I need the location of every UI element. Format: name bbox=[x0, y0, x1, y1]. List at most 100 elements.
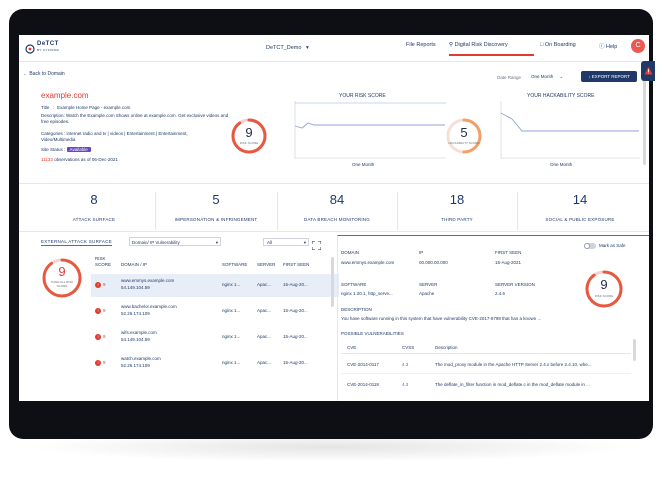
hackability-score-label: HACKABILITY SCORE bbox=[448, 141, 480, 145]
overall-risk-value: 9 bbox=[58, 264, 66, 279]
mark-safe-toggle[interactable] bbox=[584, 243, 596, 249]
detail-server-value: Apache bbox=[419, 291, 435, 296]
nav-help[interactable]: ⓘ Help bbox=[599, 42, 617, 50]
kpi-divider bbox=[19, 183, 649, 184]
detail-risk-value: 9 bbox=[600, 277, 608, 292]
nav-onboarding[interactable]: □ On Boarding bbox=[540, 42, 576, 48]
vuln-cvss: 4.3 bbox=[402, 362, 409, 367]
row-first-seen: 15-Aug-20... bbox=[283, 334, 308, 339]
active-tab-underline bbox=[449, 54, 534, 56]
row-score: 9 bbox=[103, 308, 106, 313]
overall-risk-label: OVER ALL RISK SCORE bbox=[50, 280, 74, 288]
kpi-social-exposure[interactable]: 14 SOCIAL & PUBLIC EXPOSURE bbox=[517, 192, 643, 230]
detail-description-label: DESCRIPTION bbox=[341, 307, 372, 312]
vuln-cve[interactable]: CVE-2014-0117 bbox=[347, 362, 379, 367]
kpi-label: SOCIAL & PUBLIC EXPOSURE bbox=[545, 217, 615, 222]
row-score: 9 bbox=[103, 282, 106, 287]
table-row[interactable]: ! 9 www.emmys.example.com 54.149.104.59 … bbox=[91, 274, 339, 297]
detail-server-label: SERVER bbox=[419, 282, 438, 287]
row-server: Apac... bbox=[257, 334, 272, 339]
table-scrollbar[interactable] bbox=[331, 257, 334, 307]
avatar[interactable]: C bbox=[631, 39, 645, 53]
top-navbar: DeTCT BY CYFIRMA DeTCT_Demo ▾ File Repor… bbox=[19, 35, 649, 62]
kpi-impersonation[interactable]: 5 IMPERSONATION & INFRINGEMENT bbox=[155, 192, 278, 230]
kpi-label: IMPERSONATION & INFRINGEMENT bbox=[174, 217, 258, 222]
logo-icon bbox=[25, 41, 35, 54]
back-to-domain-link[interactable]: ← Back to Domain bbox=[23, 71, 65, 77]
kpi-third-party[interactable]: 18 THIRD PARTY bbox=[397, 192, 518, 230]
categories-label: Categories bbox=[41, 131, 63, 136]
nav-file-reports[interactable]: File Reports bbox=[406, 42, 436, 48]
row-server: Apac... bbox=[257, 360, 272, 365]
export-report-label: EXPORT REPORT bbox=[591, 74, 630, 79]
expand-icon[interactable] bbox=[311, 237, 322, 251]
attack-surface-title: EXTERNAL ATTACK SURFACE bbox=[41, 239, 113, 246]
detail-risk-label: RISK SCORE bbox=[594, 294, 614, 298]
table-row[interactable]: ! 9 www.bachelor.example.com 52.26.174.1… bbox=[91, 300, 339, 323]
vuln-row-divider bbox=[341, 373, 631, 374]
vulnerabilities-title: POSSIBLE VULNERABILITIES bbox=[341, 331, 404, 336]
detail-server-version-label: SERVER VERSION bbox=[495, 282, 535, 287]
workspace-label: DeTCT_Demo bbox=[266, 45, 302, 51]
nav-digital-risk-discovery-label: Digital Risk Discovery bbox=[454, 42, 508, 48]
title-label: Title bbox=[41, 105, 50, 110]
row-software: nginx 1... bbox=[222, 308, 241, 313]
col-first-seen: FIRST SEEN bbox=[283, 262, 310, 267]
device-body: DeTCT BY CYFIRMA DeTCT_Demo ▾ File Repor… bbox=[9, 9, 655, 439]
vuln-cve[interactable]: CVE-2014-0118 bbox=[347, 382, 379, 387]
kpi-value: 18 bbox=[449, 192, 465, 207]
col-server: SERVER bbox=[257, 262, 276, 267]
table-row[interactable]: ! 9 wifs.example.com 54.149.104.59 nginx… bbox=[91, 326, 339, 349]
domain-title: Title : Example Home Page - example.com bbox=[41, 105, 131, 110]
row-software: nginx 1... bbox=[222, 360, 241, 365]
vuln-scrollbar[interactable] bbox=[633, 339, 636, 361]
app-screen: DeTCT BY CYFIRMA DeTCT_Demo ▾ File Repor… bbox=[19, 35, 649, 401]
row-ip: 54.149.104.59 bbox=[121, 337, 150, 342]
all-filter-select[interactable]: All ▾ bbox=[263, 238, 309, 246]
hackability-score-value: 5 bbox=[460, 125, 468, 140]
lock-icon: □ bbox=[540, 42, 544, 48]
detail-description-value: You have software running in this system… bbox=[341, 316, 542, 321]
kpi-value: 84 bbox=[329, 192, 345, 207]
detail-software-label: SOFTWARE bbox=[341, 282, 367, 287]
nav-digital-risk-discovery[interactable]: ⚲ Digital Risk Discovery bbox=[449, 42, 508, 48]
table-row[interactable]: ! 9 watch.example.com 52.26.174.109 ngin… bbox=[91, 352, 339, 375]
chevron-down-icon: ▾ bbox=[303, 240, 306, 245]
arrow-left-icon: ← bbox=[23, 71, 28, 77]
detail-first-seen-value: 15-Aug-2021 bbox=[495, 260, 522, 265]
row-software: nginx 1... bbox=[222, 334, 241, 339]
date-range-value: One Month bbox=[531, 74, 554, 79]
kpi-data-breach[interactable]: 84 DATA BREACH MONITORING bbox=[277, 192, 398, 230]
vulnerability-filter-select[interactable]: Domain/ IP Vulnerability ▾ bbox=[129, 237, 221, 246]
hackability-chart-title: YOUR HACKABILITY SCORE bbox=[527, 93, 595, 99]
kpi-bottom-divider bbox=[19, 231, 649, 232]
vuln-desc: The mod_proxy module in the Apache HTTP … bbox=[435, 362, 592, 367]
col-risk-score: RISK SCORE bbox=[95, 256, 112, 267]
row-software: nginx 1... bbox=[222, 282, 241, 287]
export-report-button[interactable]: ↓ EXPORT REPORT bbox=[581, 71, 637, 82]
detail-server-version-value: 2.4.6 bbox=[495, 291, 506, 296]
kpi-attack-surface[interactable]: 8 ATTACK SURFACE bbox=[33, 192, 156, 230]
risk-dot-icon: ! bbox=[95, 334, 101, 340]
vuln-col-description: Description bbox=[435, 345, 458, 350]
help-icon: ⓘ bbox=[599, 44, 605, 50]
col-software: SOFTWARE bbox=[222, 262, 248, 267]
kpi-label: THIRD PARTY bbox=[441, 217, 473, 222]
vuln-col-cvss: CVSS bbox=[402, 345, 415, 350]
mark-safe-label: Mark as Safe bbox=[599, 243, 626, 248]
vuln-desc: The deflate_in_filter function in mod_de… bbox=[435, 382, 590, 387]
search-icon: ⚲ bbox=[449, 42, 454, 48]
row-server: Apac... bbox=[257, 308, 272, 313]
alert-side-tab[interactable] bbox=[641, 61, 655, 81]
domain-description: Description: Watch the Example.com Shows… bbox=[41, 113, 229, 124]
hackability-score-gauge: 5 HACKABILITY SCORE bbox=[445, 117, 483, 155]
row-first-seen: 15-Aug-20... bbox=[283, 308, 308, 313]
workspace-selector[interactable]: DeTCT_Demo ▾ bbox=[266, 45, 309, 51]
detail-risk-gauge: 9 RISK SCORE bbox=[584, 269, 624, 309]
title-value: Example Home Page - example.com bbox=[57, 105, 131, 110]
chevron-down-icon: ▾ bbox=[215, 240, 218, 245]
date-range-select[interactable]: One Month ⌄ bbox=[527, 72, 569, 82]
detail-first-seen-label: FIRST SEEN bbox=[495, 250, 522, 255]
site-status: Site Status : Available bbox=[41, 147, 91, 152]
row-ip: 54.149.104.59 bbox=[121, 285, 150, 290]
